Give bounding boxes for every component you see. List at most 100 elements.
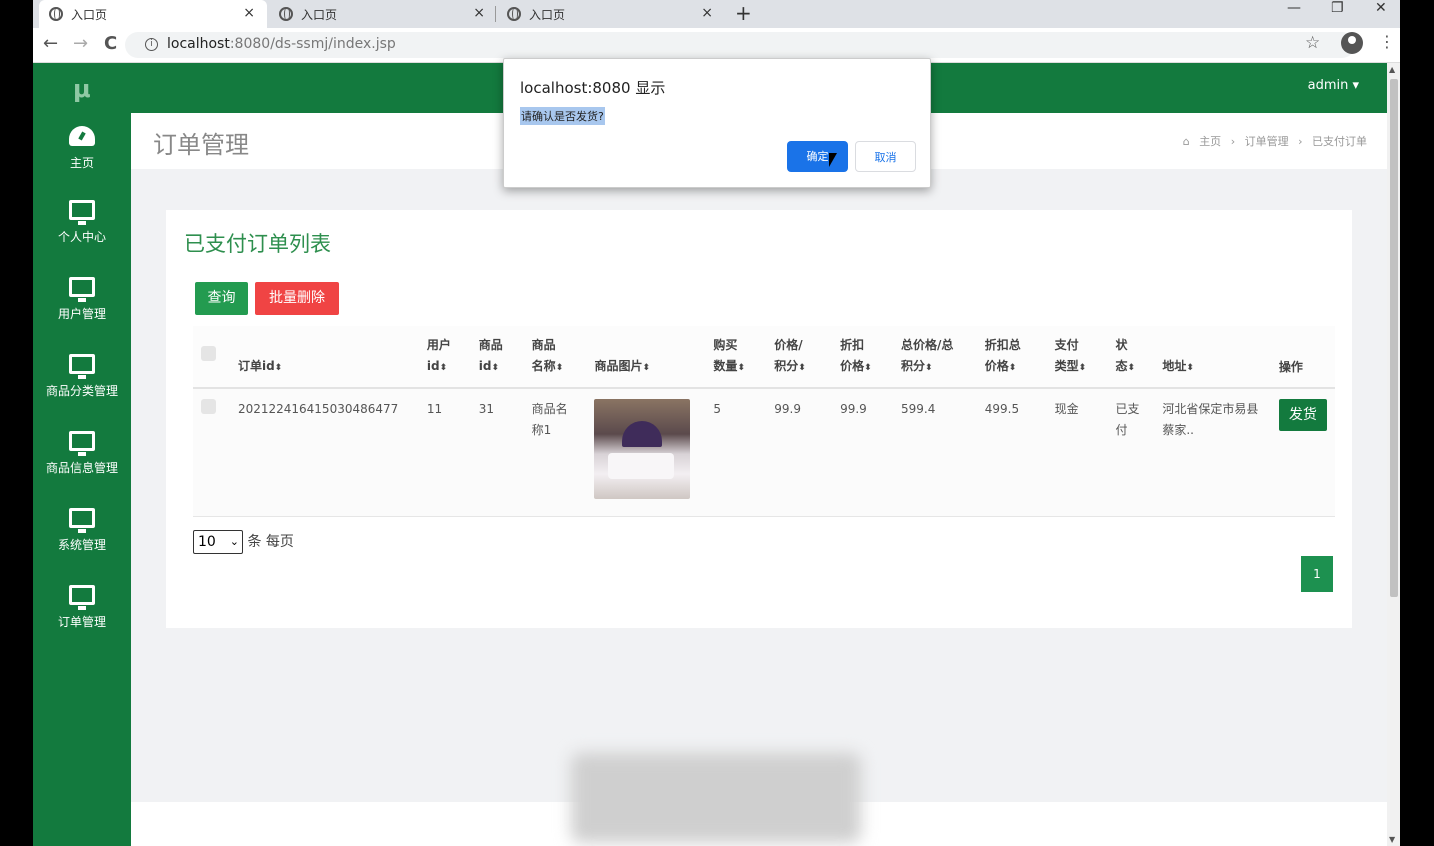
scroll-up-icon[interactable]: ▲ — [1389, 65, 1395, 74]
sidebar-item-home[interactable]: 主页 — [33, 126, 131, 171]
breadcrumb: ⌂ 主页 › 订单管理 › 已支付订单 — [1177, 133, 1367, 149]
user-menu[interactable]: admin ▾ — [1308, 78, 1359, 93]
page-size-select[interactable]: 10 ⌄ — [193, 530, 243, 554]
tab-strip: 入口页 × 入口页 × 入口页 × + — ❐ ✕ — [33, 0, 1400, 28]
row-checkbox[interactable] — [201, 399, 216, 414]
orders-card: 已支付订单列表 查询 批量删除 订单id⬍ 用户 id⬍ 商品 id⬍ 商品 名称⬍ … — [166, 210, 1352, 628]
column-header[interactable]: 状态⬍ — [1107, 326, 1155, 389]
cell-price: 99.9 — [766, 388, 833, 517]
column-header[interactable]: 订单id⬍ — [229, 326, 419, 389]
column-header[interactable]: 折扣总 价格⬍ — [976, 326, 1047, 389]
batch-delete-button[interactable]: 批量删除 — [255, 282, 339, 315]
breadcrumb-orders[interactable]: 订单管理 — [1245, 135, 1289, 148]
table-header-row: 订单id⬍ 用户 id⬍ 商品 id⬍ 商品 名称⬍ 商品图片⬍ 购买 数量⬍ 价格/积… — [193, 326, 1335, 389]
sort-icon: ⬍ — [642, 362, 651, 373]
confirm-dialog: localhost:8080 显示 请确认是否发货? 确定 取消 — [503, 58, 931, 188]
globe-icon — [507, 7, 521, 21]
breadcrumb-home[interactable]: 主页 — [1199, 135, 1221, 148]
url-text: localhost:8080/ds-ssmj/index.jsp — [167, 36, 396, 52]
reload-button[interactable]: C — [104, 33, 117, 54]
sidebar-item-system[interactable]: 系统管理 — [33, 508, 131, 553]
cell-pay-type: 现金 — [1046, 388, 1108, 517]
main-content: 订单管理 ⌂ 主页 › 订单管理 › 已支付订单 已支付订单列表 查询 批量删除… — [131, 113, 1387, 846]
sidebar-item-label: 系统管理 — [57, 538, 106, 552]
column-header[interactable]: 总价格/总 积分⬍ — [892, 326, 977, 389]
browser-window: 入口页 × 入口页 × 入口页 × + — ❐ ✕ ← → C i localh… — [33, 0, 1400, 846]
cell-user-id: 11 — [418, 388, 471, 517]
browser-tab[interactable]: 入口页 × — [269, 0, 497, 28]
sidebar-item-label: 订单管理 — [57, 615, 106, 629]
home-icon: ⌂ — [1182, 135, 1190, 148]
dialog-ok-button[interactable]: 确定 — [787, 141, 848, 172]
sidebar-item-users[interactable]: 用户管理 — [33, 277, 131, 322]
chevron-right-icon: › — [1230, 135, 1236, 148]
sidebar-item-label: 商品信息管理 — [45, 461, 118, 475]
page-scrollbar[interactable]: ▲ ▼ — [1387, 63, 1400, 846]
monitor-icon — [69, 200, 95, 225]
browser-menu-icon[interactable]: ⋮ — [1379, 32, 1395, 51]
sidebar-item-label: 用户管理 — [57, 307, 106, 321]
browser-tab[interactable]: 入口页 × — [39, 0, 267, 28]
monitor-icon — [69, 354, 95, 379]
dashboard-icon — [69, 126, 95, 146]
monitor-icon — [69, 277, 95, 302]
sidebar-item-products[interactable]: 商品信息管理 — [33, 431, 131, 476]
column-header[interactable]: 价格/积分⬍ — [766, 326, 833, 389]
close-tab-icon[interactable]: × — [473, 5, 485, 21]
sort-icon: ⬍ — [1186, 362, 1194, 373]
profile-icon[interactable] — [1341, 32, 1363, 54]
product-thumbnail[interactable] — [594, 399, 691, 499]
column-header[interactable]: 用户 id⬍ — [418, 326, 471, 389]
query-button[interactable]: 查询 — [195, 282, 248, 315]
column-header[interactable]: 折扣 价格⬍ — [832, 326, 893, 389]
new-tab-button[interactable]: + — [735, 1, 752, 25]
dialog-title: localhost:8080 显示 — [520, 79, 666, 97]
close-window-button[interactable]: ✕ — [1375, 0, 1387, 16]
url-input[interactable]: i localhost:8080/ds-ssmj/index.jsp — [125, 32, 1355, 58]
column-header[interactable]: 商品 名称⬍ — [523, 326, 587, 389]
pagination-page-1[interactable]: 1 — [1301, 556, 1333, 592]
page-title: 订单管理 — [153, 131, 249, 159]
column-header[interactable]: 地址⬍ — [1154, 326, 1271, 389]
close-tab-icon[interactable]: × — [701, 5, 713, 21]
globe-icon — [279, 7, 293, 21]
back-button[interactable]: ← — [43, 33, 58, 54]
orders-table: 订单id⬍ 用户 id⬍ 商品 id⬍ 商品 名称⬍ 商品图片⬍ 购买 数量⬍ 价格/积… — [193, 326, 1335, 517]
monitor-icon — [69, 585, 95, 610]
column-header[interactable]: 商品 id⬍ — [470, 326, 524, 389]
tab-title: 入口页 — [529, 7, 566, 22]
sidebar-item-categories[interactable]: 商品分类管理 — [33, 354, 131, 399]
ship-button[interactable]: 发货 — [1278, 399, 1327, 431]
column-header[interactable]: 支付 类型⬍ — [1046, 326, 1108, 389]
sidebar-item-orders[interactable]: 订单管理 — [33, 585, 131, 630]
browser-tab[interactable]: 入口页 × — [497, 0, 725, 28]
column-header[interactable]: 购买 数量⬍ — [705, 326, 767, 389]
sidebar: μ 主页 个人中心 用户管理 商品分类管理 商品信息管理 系统管理 订单管理 — [33, 63, 131, 846]
sort-icon: ⬍ — [1078, 362, 1087, 373]
breadcrumb-current: 已支付订单 — [1312, 135, 1367, 148]
forward-button[interactable]: → — [73, 33, 88, 54]
scroll-down-icon[interactable]: ▼ — [1389, 835, 1395, 844]
bookmark-star-icon[interactable]: ☆ — [1305, 33, 1320, 53]
tab-divider — [495, 6, 496, 22]
cell-total: 599.4 — [892, 388, 977, 517]
cell-order-id: 202122416415030486477 — [229, 388, 419, 517]
tab-title: 入口页 — [301, 7, 338, 22]
sidebar-item-label: 主页 — [69, 156, 94, 170]
info-icon[interactable]: i — [145, 38, 158, 51]
cell-discount-price: 99.9 — [832, 388, 893, 517]
dialog-message: 请确认是否发货? — [520, 107, 605, 125]
sort-icon: ⬍ — [439, 362, 448, 373]
dialog-cancel-button[interactable]: 取消 — [855, 141, 916, 172]
select-all-checkbox[interactable] — [201, 345, 216, 361]
page-size-label: 条 每页 — [247, 534, 294, 550]
monitor-icon — [69, 431, 95, 456]
sort-icon: ⬍ — [555, 362, 564, 373]
close-tab-icon[interactable]: × — [243, 5, 255, 21]
restore-button[interactable]: ❐ — [1331, 0, 1344, 16]
scrollbar-thumb[interactable] — [1390, 79, 1398, 597]
minimize-button[interactable]: — — [1287, 0, 1301, 16]
sidebar-item-profile[interactable]: 个人中心 — [33, 200, 131, 245]
cell-address: 河北省保定市易县蔡家.. — [1154, 388, 1271, 517]
column-header[interactable]: 商品图片⬍ — [586, 326, 706, 389]
